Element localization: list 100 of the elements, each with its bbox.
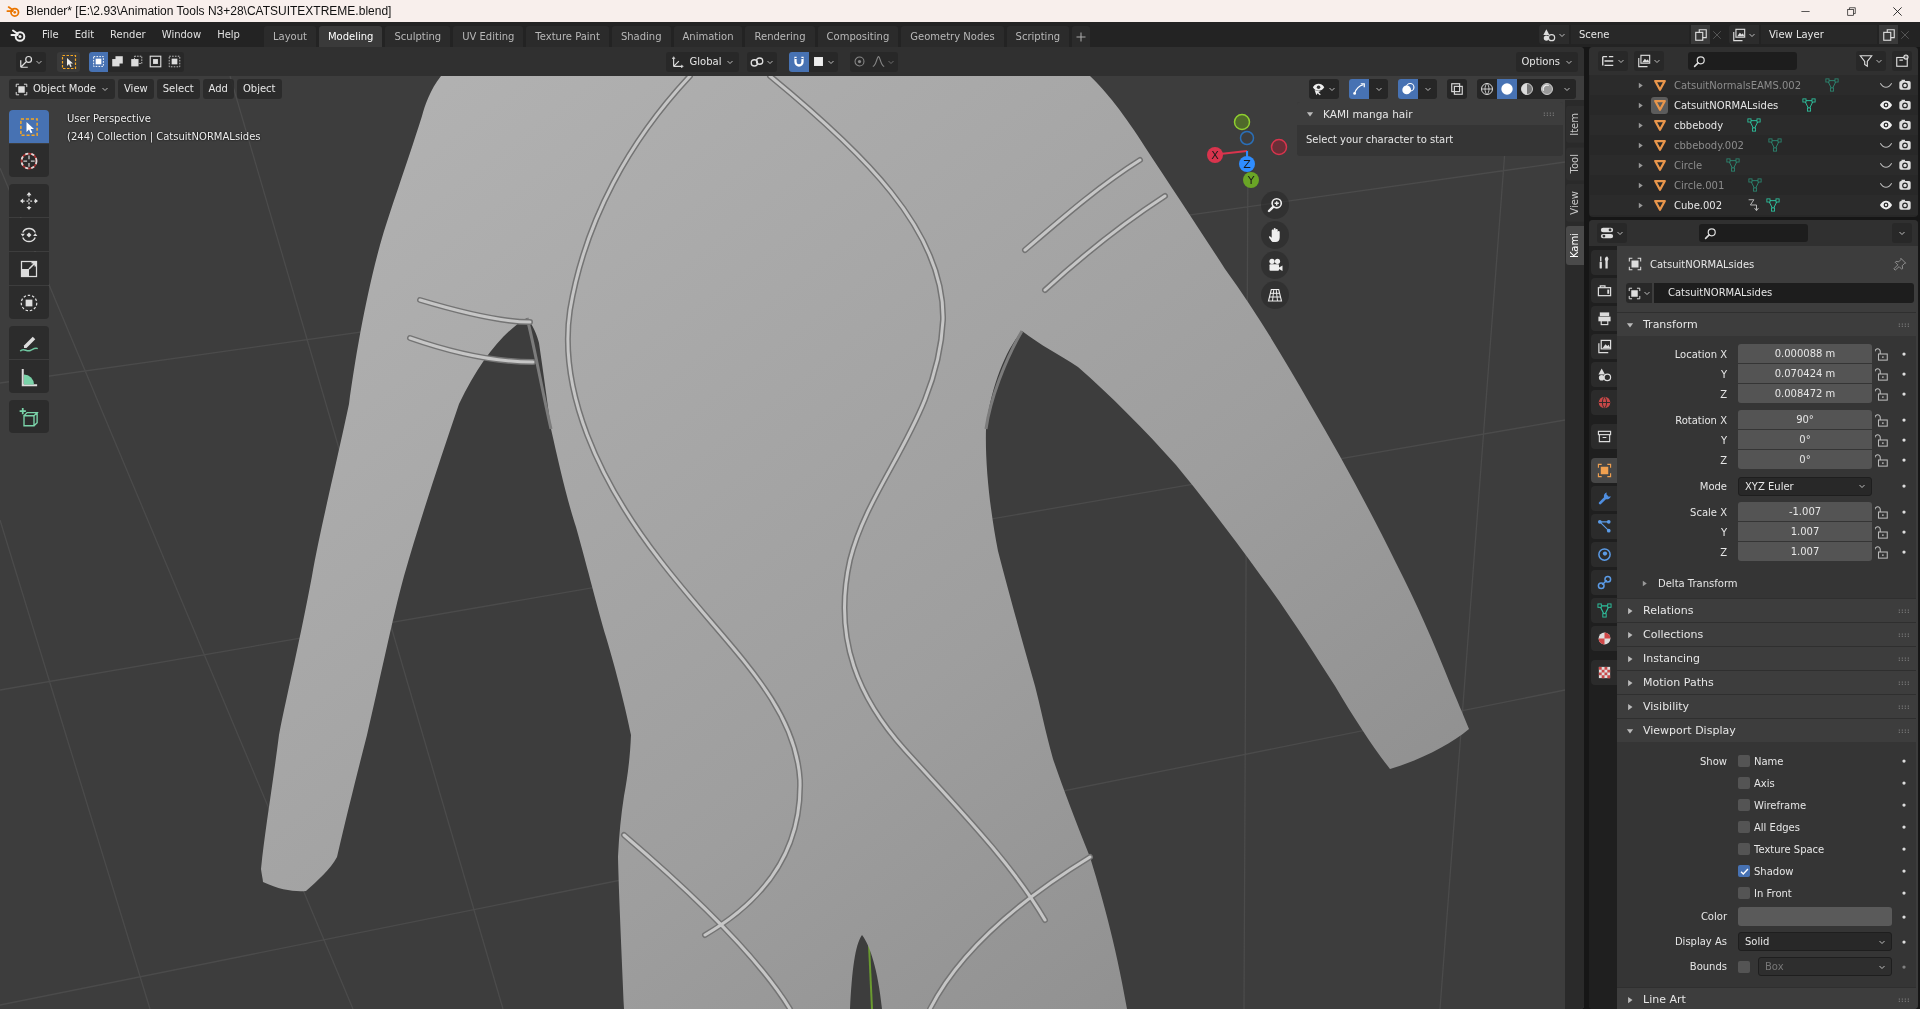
open-lock-icon[interactable] [1875, 453, 1889, 467]
number-field[interactable]: -1.007 [1738, 502, 1872, 521]
panel-title[interactable]: Motion Paths [1643, 676, 1714, 689]
menu-item[interactable]: Window [153, 22, 210, 47]
shading-mode-button[interactable] [1477, 79, 1497, 99]
open-lock-icon[interactable] [1875, 367, 1889, 381]
workspace-tab[interactable]: Texture Paint [526, 26, 609, 47]
outliner-item[interactable]: cbbebody [1674, 119, 1724, 131]
panel-title[interactable]: Collections [1643, 628, 1704, 641]
workspace-tab[interactable]: Scripting [1006, 26, 1070, 47]
properties-tab[interactable] [1591, 362, 1617, 387]
mode-dropdown[interactable]: Object Mode [9, 79, 115, 99]
checkbox-label[interactable]: All Edges [1754, 821, 1800, 833]
number-field[interactable]: 1.007 [1738, 542, 1872, 561]
add-workspace-button[interactable] [1072, 26, 1091, 47]
xray-toggle[interactable] [1447, 79, 1467, 99]
display-mode-button[interactable] [1634, 51, 1664, 71]
open-lock-icon[interactable] [1875, 413, 1889, 427]
menu-item[interactable]: View [118, 79, 154, 99]
outliner-item[interactable]: cbbebody.002 [1674, 139, 1744, 151]
tool-button[interactable] [9, 218, 49, 251]
tool-button[interactable] [9, 144, 49, 177]
workspace-tab[interactable]: Layout [263, 26, 316, 47]
number-field[interactable]: 0° [1738, 450, 1872, 469]
search-field[interactable] [1688, 52, 1797, 70]
dropdown[interactable]: XYZ Euler [1738, 476, 1872, 496]
menu-item[interactable]: Render [102, 22, 154, 47]
outliner-item[interactable]: CatsuitNormalsEAMS.002 [1674, 79, 1802, 91]
axis-handle[interactable]: Z [1239, 156, 1255, 172]
properties-tab[interactable] [1591, 598, 1617, 623]
view-layer-field[interactable]: View Layer [1761, 25, 1877, 44]
disclosure-triangle-icon[interactable] [1625, 994, 1635, 1005]
new-view-layer-button[interactable] [1879, 25, 1898, 44]
options-dropdown[interactable]: Options [1516, 51, 1578, 72]
subpanel-title[interactable]: Delta Transform [1658, 577, 1738, 589]
scene-field[interactable]: Scene [1571, 25, 1689, 44]
workspace-tab[interactable]: UV Editing [453, 26, 524, 47]
editor-type-button[interactable] [1598, 51, 1628, 71]
select-mode-button[interactable] [108, 51, 127, 72]
disclosure-triangle-icon[interactable] [1640, 578, 1649, 588]
menu-item[interactable]: Select [156, 79, 200, 99]
number-field[interactable]: 0.070424 m [1738, 364, 1872, 383]
number-field[interactable]: 0.008472 m [1738, 384, 1872, 403]
orientation-dropdown[interactable]: Global [665, 51, 740, 72]
workspace-tab[interactable]: Geometry Nodes [901, 26, 1004, 47]
disclosure-triangle-icon[interactable] [1625, 605, 1635, 616]
gizmo-dropdown[interactable] [1369, 79, 1388, 99]
workspace-tab[interactable]: Sculpting [385, 26, 451, 47]
workspace-tab[interactable]: Animation [673, 26, 743, 47]
checkbox-label[interactable]: In Front [1754, 887, 1792, 899]
editor-type-button[interactable] [16, 51, 46, 72]
checkbox-label[interactable]: Wireframe [1754, 799, 1807, 811]
outliner-item[interactable]: Circle [1674, 159, 1703, 171]
number-field[interactable]: 1.007 [1738, 522, 1872, 541]
properties-tab[interactable] [1591, 278, 1617, 303]
checkbox[interactable] [1738, 777, 1750, 789]
select-tool-button[interactable] [57, 51, 80, 72]
perspective-toggle[interactable] [1261, 281, 1289, 309]
select-mode-button[interactable] [89, 51, 108, 72]
falloff-dropdown[interactable] [869, 51, 899, 72]
open-lock-icon[interactable] [1875, 347, 1889, 361]
select-mode-button[interactable] [165, 51, 184, 72]
visibility-dropdown[interactable] [1309, 79, 1339, 99]
editor-type-button[interactable] [1597, 223, 1627, 243]
checkbox[interactable] [1738, 799, 1750, 811]
number-field[interactable]: 90° [1738, 410, 1872, 429]
camera-view-button[interactable] [1261, 251, 1289, 279]
select-mode-button[interactable] [146, 51, 165, 72]
camera-icon[interactable] [1898, 198, 1912, 212]
camera-icon[interactable] [1898, 158, 1912, 172]
disclosure-triangle-icon[interactable] [1625, 653, 1635, 664]
axis-handle[interactable]: Y [1243, 172, 1259, 188]
axis-handle[interactable] [1270, 138, 1288, 156]
filter-button[interactable] [1856, 51, 1886, 71]
disclosure-triangle-icon[interactable] [1625, 629, 1635, 640]
open-lock-icon[interactable] [1875, 387, 1889, 401]
sidebar-tab[interactable]: Kami [1565, 225, 1584, 265]
tool-button[interactable] [9, 286, 49, 319]
outliner-item[interactable]: Cube.002 [1674, 199, 1723, 211]
camera-icon[interactable] [1898, 178, 1912, 192]
options-dropdown[interactable] [1892, 223, 1912, 243]
overlay-toggle[interactable] [1398, 79, 1418, 99]
workspace-tab[interactable]: Compositing [817, 26, 899, 47]
checkbox-label[interactable]: Shadow [1754, 865, 1794, 877]
tool-button[interactable] [9, 326, 49, 359]
view-layer-browse-button[interactable] [1729, 25, 1759, 44]
menu-item[interactable]: Help [209, 22, 248, 47]
axis-handle[interactable] [1233, 113, 1251, 131]
gizmo-toggle[interactable] [1349, 79, 1369, 99]
object-name-field[interactable]: CatsuitNORMALsides [1654, 283, 1914, 303]
overlay-dropdown[interactable] [1418, 79, 1437, 99]
panel-title[interactable]: Relations [1643, 604, 1694, 617]
shading-mode-button[interactable] [1497, 79, 1517, 99]
workspace-tab[interactable]: Rendering [745, 26, 815, 47]
checkbox[interactable] [1738, 843, 1750, 855]
checkbox-label[interactable]: Texture Space [1754, 843, 1825, 855]
menu-item[interactable]: File [34, 22, 67, 47]
properties-tab[interactable] [1591, 514, 1617, 539]
open-lock-icon[interactable] [1875, 505, 1889, 519]
proportional-edit-toggle[interactable] [850, 51, 870, 72]
